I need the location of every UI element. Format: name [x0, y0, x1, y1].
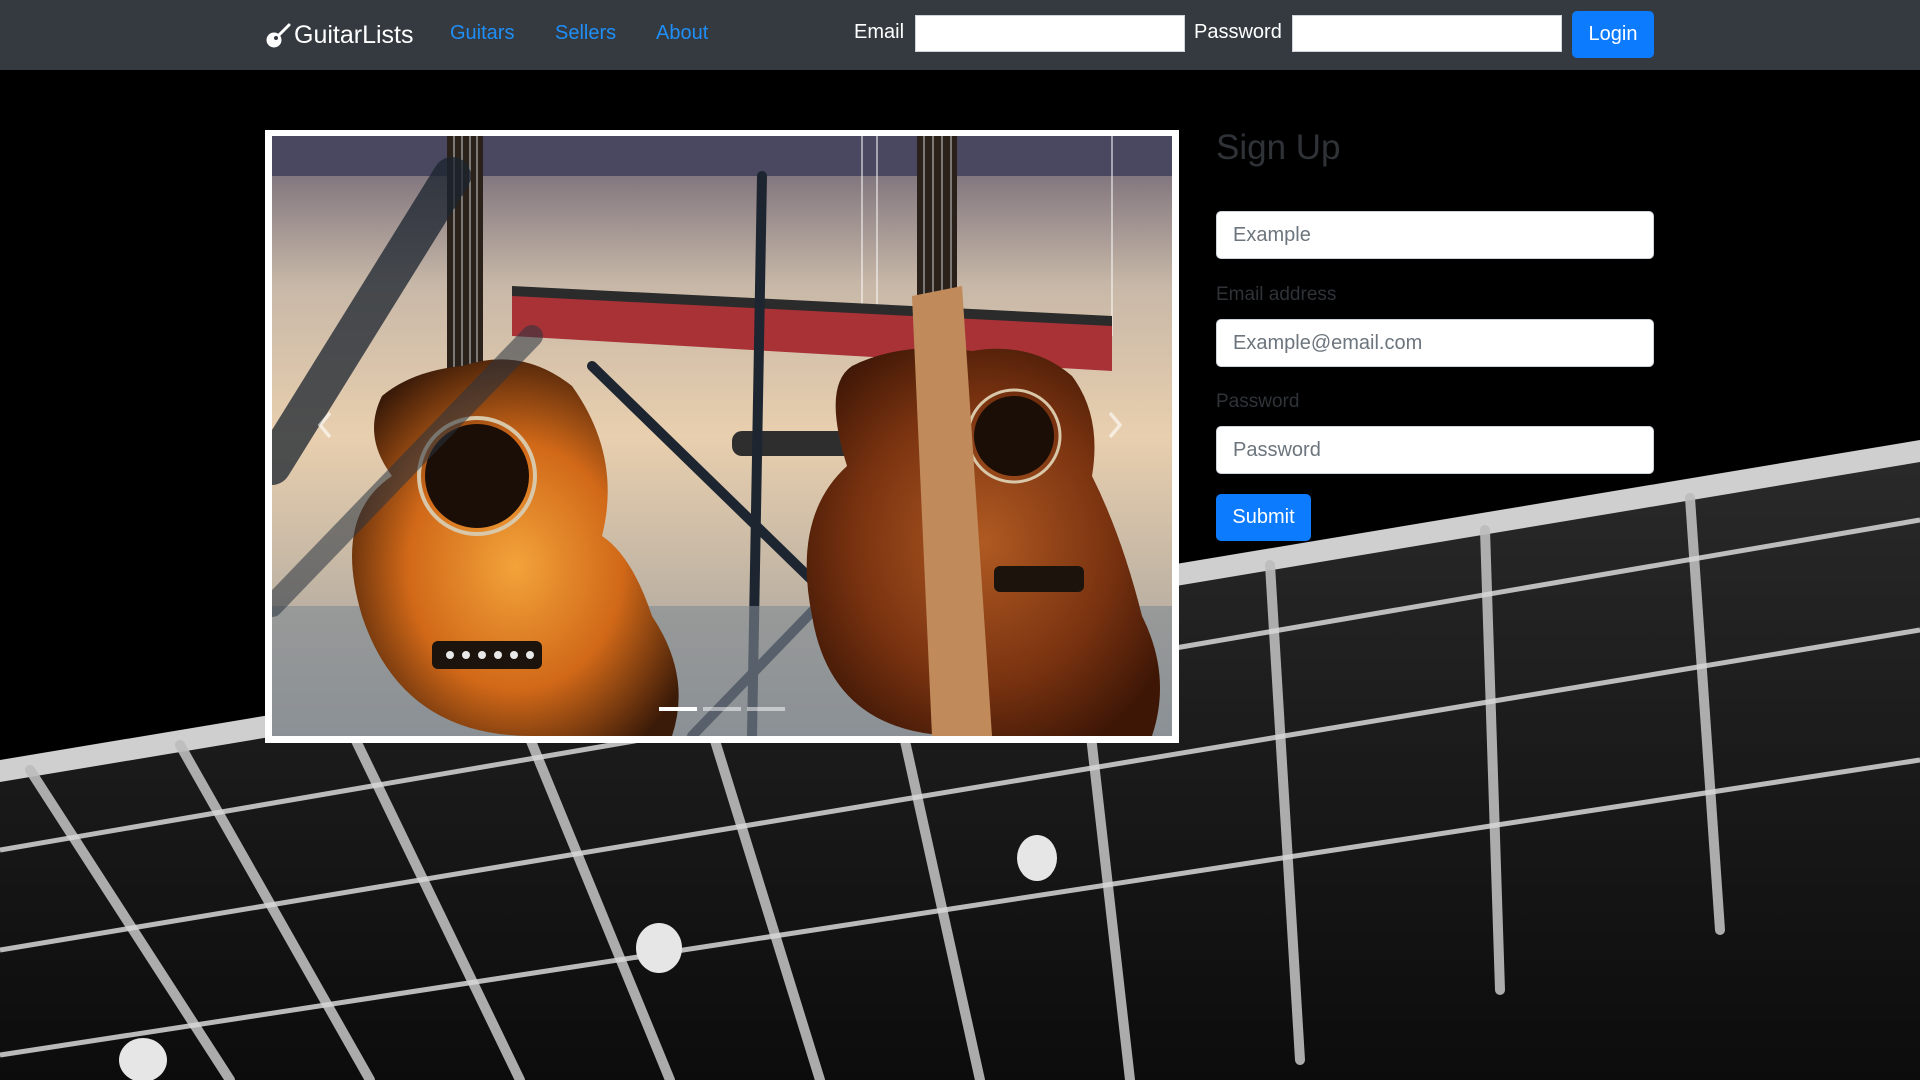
image-carousel — [265, 130, 1179, 743]
signup-password-label: Password — [1216, 391, 1300, 412]
nav-link-about[interactable]: About — [656, 22, 708, 45]
carousel-prev-button[interactable] — [305, 375, 345, 475]
login-button[interactable]: Login — [1572, 11, 1654, 58]
brand-name: GuitarLists — [294, 20, 414, 49]
carousel-indicators — [265, 707, 1179, 711]
carousel-indicator-1[interactable] — [659, 707, 697, 711]
guitar-icon — [266, 23, 291, 48]
submit-button[interactable]: Submit — [1216, 494, 1311, 541]
nav-link-guitars[interactable]: Guitars — [450, 22, 514, 45]
carousel-next-button[interactable] — [1095, 375, 1135, 475]
signup-name-input[interactable] — [1216, 211, 1654, 259]
signup-title: Sign Up — [1216, 128, 1341, 167]
signup-email-input[interactable] — [1216, 319, 1654, 367]
chevron-right-icon — [1108, 411, 1123, 439]
carousel-indicator-3[interactable] — [747, 707, 785, 711]
login-password-input[interactable] — [1292, 15, 1562, 52]
signup-email-label: Email address — [1216, 284, 1337, 305]
carousel-indicator-2[interactable] — [703, 707, 741, 711]
login-email-input[interactable] — [915, 15, 1185, 52]
chevron-left-icon — [317, 411, 332, 439]
nav-link-sellers[interactable]: Sellers — [555, 22, 616, 45]
login-password-label: Password — [1194, 21, 1282, 43]
signup-password-input[interactable] — [1216, 426, 1654, 474]
brand-link[interactable]: GuitarLists — [265, 17, 413, 53]
navbar: GuitarLists Guitars Sellers About Email … — [0, 0, 1920, 70]
login-email-label: Email — [854, 21, 905, 43]
carousel-slide-image — [272, 136, 1172, 736]
